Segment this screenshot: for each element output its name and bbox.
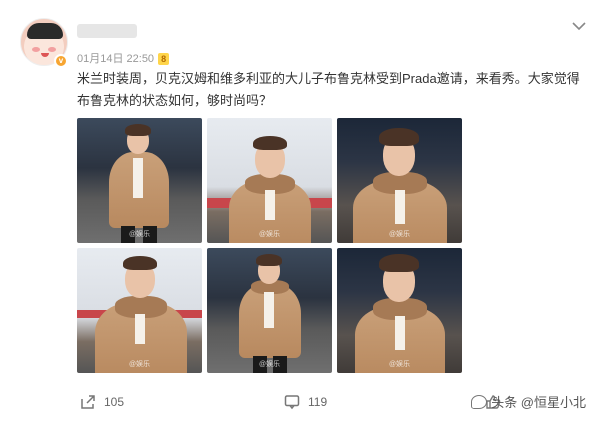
toutiao-logo-icon bbox=[471, 394, 488, 409]
post-date: 01月14日 22:50 bbox=[77, 53, 155, 65]
photo-5[interactable]: @娱乐 bbox=[207, 248, 332, 373]
share-button[interactable]: 105 bbox=[80, 394, 124, 410]
photo-watermark: @娱乐 bbox=[128, 361, 151, 368]
photo-4[interactable]: @娱乐 bbox=[77, 248, 202, 373]
photo-2[interactable]: @娱乐 bbox=[207, 118, 332, 243]
post-text: 米兰时装周，贝克汉姆和维多利亚的大儿子布鲁克林受到Prada邀请，来看秀。大家觉… bbox=[77, 71, 580, 108]
photo-watermark: @娱乐 bbox=[388, 361, 411, 368]
comment-count: 119 bbox=[308, 395, 328, 409]
photo-watermark: @娱乐 bbox=[258, 231, 281, 238]
photo-1[interactable]: @娱乐 bbox=[77, 118, 202, 243]
comment-icon bbox=[284, 394, 300, 410]
comment-button[interactable]: 119 bbox=[284, 394, 327, 410]
username-redacted[interactable] bbox=[77, 24, 137, 38]
source-watermark: 头条 @恒星小北 bbox=[471, 392, 586, 411]
photo-6[interactable]: @娱乐 bbox=[337, 248, 462, 373]
share-icon bbox=[80, 394, 96, 410]
photo-3[interactable]: @娱乐 bbox=[337, 118, 462, 243]
photo-watermark: @娱乐 bbox=[128, 231, 151, 238]
photo-watermark: @娱乐 bbox=[258, 361, 281, 368]
verified-badge: v bbox=[54, 54, 68, 68]
chevron-down-icon[interactable] bbox=[572, 18, 586, 34]
photo-watermark: @娱乐 bbox=[388, 231, 411, 238]
level-badge: 8 bbox=[158, 53, 170, 66]
watermark-text: 头条 @恒星小北 bbox=[491, 395, 586, 410]
post-meta: 01月14日 22:50 8 bbox=[77, 50, 170, 66]
share-count: 105 bbox=[104, 395, 125, 409]
